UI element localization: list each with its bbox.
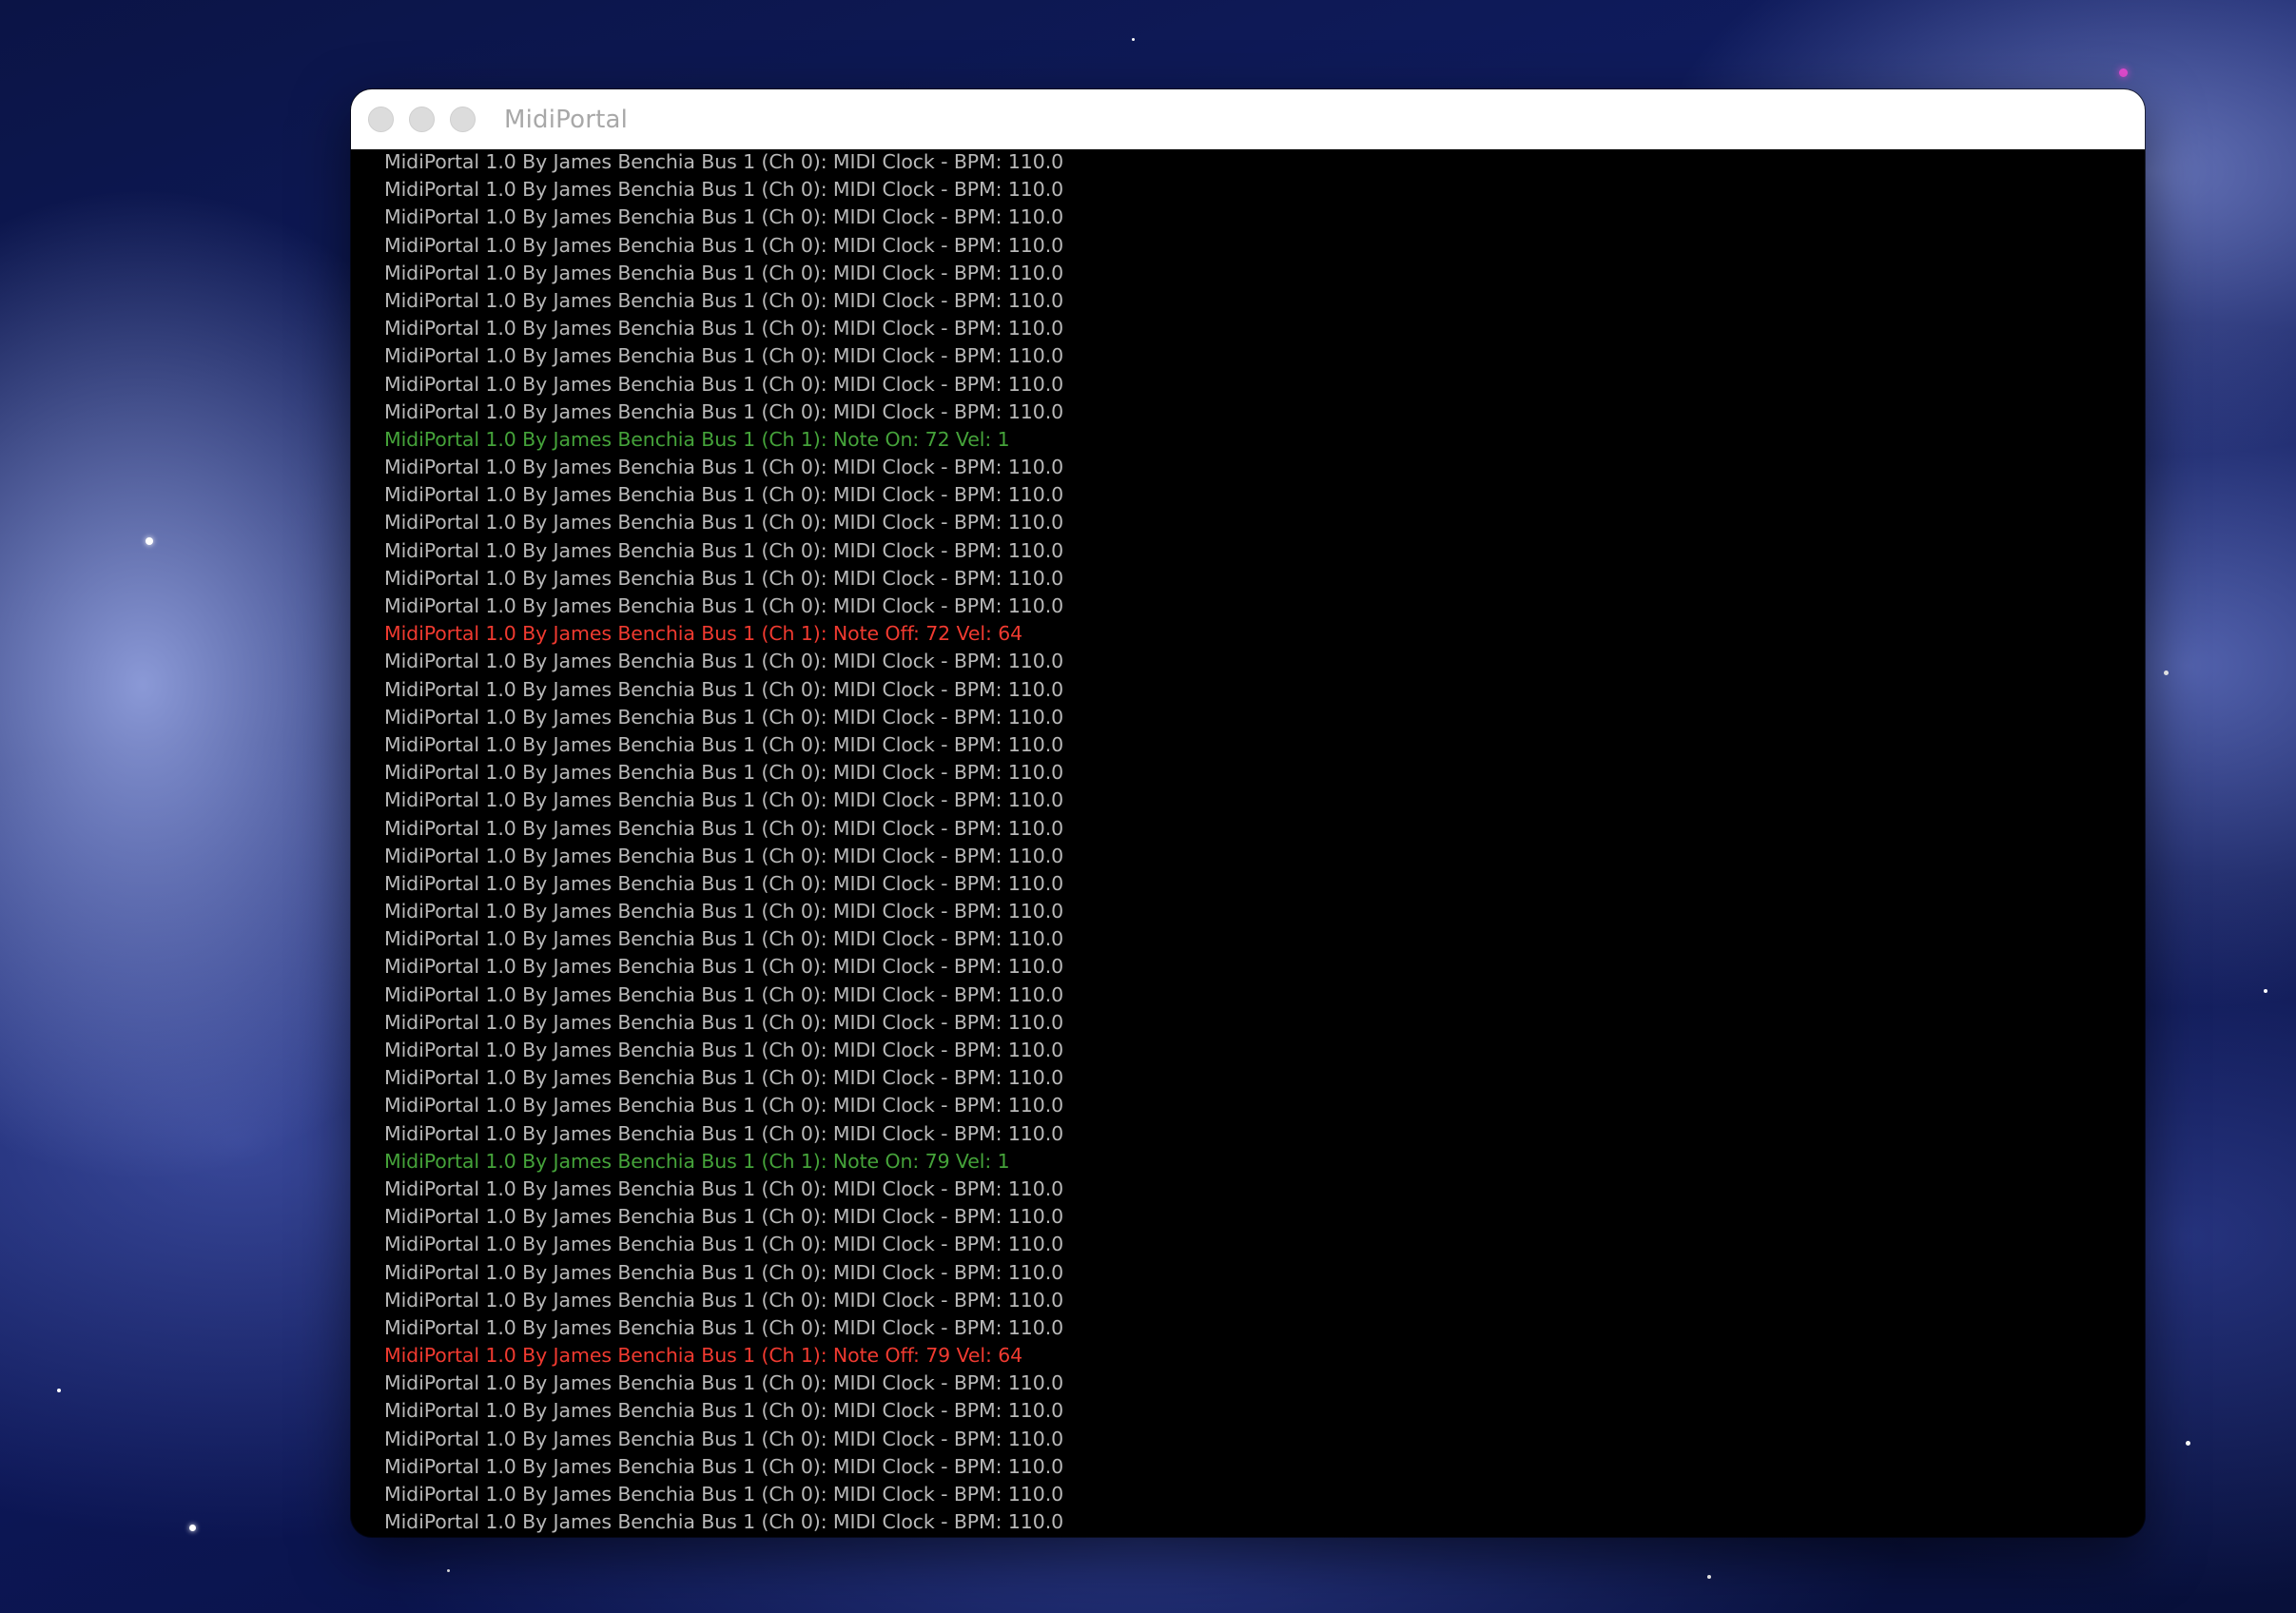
log-line-clock: MidiPortal 1.0 By James Benchia Bus 1 (C…	[384, 844, 1064, 867]
log-line-clock: MidiPortal 1.0 By James Benchia Bus 1 (C…	[384, 483, 1064, 507]
log-line-clock: MidiPortal 1.0 By James Benchia Bus 1 (C…	[384, 705, 1064, 729]
log-line-clock: MidiPortal 1.0 By James Benchia Bus 1 (C…	[384, 1039, 1064, 1061]
log-line-clock: MidiPortal 1.0 By James Benchia Bus 1 (C…	[384, 456, 1064, 479]
log-line-clock: MidiPortal 1.0 By James Benchia Bus 1 (C…	[384, 982, 1064, 1006]
log-line-clock: MidiPortal 1.0 By James Benchia Bus 1 (C…	[384, 1536, 2145, 1537]
log-line-clock: MidiPortal 1.0 By James Benchia Bus 1 (C…	[384, 1371, 1064, 1395]
star-decoration	[2164, 670, 2169, 675]
star-decoration	[1132, 38, 1135, 41]
log-line-clock: MidiPortal 1.0 By James Benchia Bus 1 (C…	[384, 566, 1064, 590]
minimize-button[interactable]	[409, 107, 435, 132]
star-decoration	[447, 1569, 450, 1572]
log-line-clock: MidiPortal 1.0 By James Benchia Bus 1 (C…	[384, 650, 1064, 673]
log-line-clock: MidiPortal 1.0 By James Benchia Bus 1 (C…	[384, 761, 1064, 785]
log-line-clock: MidiPortal 1.0 By James Benchia Bus 1 (C…	[384, 816, 1064, 840]
log-line-clock: MidiPortal 1.0 By James Benchia Bus 1 (C…	[384, 1094, 1064, 1117]
log-line-clock: MidiPortal 1.0 By James Benchia Bus 1 (C…	[384, 233, 1064, 257]
log-line-clock: MidiPortal 1.0 By James Benchia Bus 1 (C…	[384, 399, 1064, 423]
log-line-clock: MidiPortal 1.0 By James Benchia Bus 1 (C…	[384, 900, 1064, 923]
log-line-clock: MidiPortal 1.0 By James Benchia Bus 1 (C…	[384, 1399, 1064, 1423]
log-line-clock: MidiPortal 1.0 By James Benchia Bus 1 (C…	[384, 871, 1064, 895]
log-line-clock: MidiPortal 1.0 By James Benchia Bus 1 (C…	[384, 372, 1064, 396]
log-line-clock: MidiPortal 1.0 By James Benchia Bus 1 (C…	[384, 677, 1064, 701]
log-line-clock: MidiPortal 1.0 By James Benchia Bus 1 (C…	[384, 538, 1064, 562]
log-line-clock: MidiPortal 1.0 By James Benchia Bus 1 (C…	[384, 205, 1064, 229]
star-decoration	[189, 1525, 196, 1531]
log-line-clock: MidiPortal 1.0 By James Benchia Bus 1 (C…	[384, 927, 1064, 951]
close-button[interactable]	[368, 107, 394, 132]
midiportal-window: MidiPortal MidiPortal 1.0 By James Bench…	[351, 89, 2145, 1537]
log-line-clock: MidiPortal 1.0 By James Benchia Bus 1 (C…	[384, 1233, 1064, 1256]
log-line-clock: MidiPortal 1.0 By James Benchia Bus 1 (C…	[384, 261, 1064, 284]
title-bar[interactable]: MidiPortal	[351, 89, 2145, 149]
log-line-clock: MidiPortal 1.0 By James Benchia Bus 1 (C…	[384, 1454, 1064, 1478]
log-line-clock: MidiPortal 1.0 By James Benchia Bus 1 (C…	[384, 150, 1064, 173]
log-line-clock: MidiPortal 1.0 By James Benchia Bus 1 (C…	[384, 1205, 1064, 1229]
log-line-clock: MidiPortal 1.0 By James Benchia Bus 1 (C…	[384, 1427, 1064, 1450]
window-controls	[368, 107, 476, 132]
star-decoration	[1707, 1575, 1711, 1579]
log-line-clock: MidiPortal 1.0 By James Benchia Bus 1 (C…	[384, 1483, 1064, 1506]
log-line-clock: MidiPortal 1.0 By James Benchia Bus 1 (C…	[384, 1010, 1064, 1034]
star-decoration	[57, 1389, 61, 1392]
star-decoration	[2264, 989, 2267, 993]
log-line-clock: MidiPortal 1.0 By James Benchia Bus 1 (C…	[384, 1066, 1064, 1090]
log-line-clock: MidiPortal 1.0 By James Benchia Bus 1 (C…	[384, 511, 1064, 534]
window-title: MidiPortal	[504, 105, 629, 134]
log-line-clock: MidiPortal 1.0 By James Benchia Bus 1 (C…	[384, 1510, 1064, 1534]
log-line-clock: MidiPortal 1.0 By James Benchia Bus 1 (C…	[384, 1288, 1064, 1312]
log-line-clock: MidiPortal 1.0 By James Benchia Bus 1 (C…	[384, 594, 1064, 617]
log-line-clock: MidiPortal 1.0 By James Benchia Bus 1 (C…	[384, 955, 1064, 979]
log-line-clock: MidiPortal 1.0 By James Benchia Bus 1 (C…	[384, 732, 1064, 756]
log-line-clock: MidiPortal 1.0 By James Benchia Bus 1 (C…	[384, 788, 1064, 812]
log-line-clock: MidiPortal 1.0 By James Benchia Bus 1 (C…	[384, 178, 1064, 202]
log-line-clock: MidiPortal 1.0 By James Benchia Bus 1 (C…	[384, 1121, 1064, 1145]
log-line-clock: MidiPortal 1.0 By James Benchia Bus 1 (C…	[384, 1176, 1064, 1200]
star-decoration	[146, 537, 153, 545]
star-decoration	[2119, 68, 2128, 77]
log-line-note-on: MidiPortal 1.0 By James Benchia Bus 1 (C…	[384, 427, 1010, 451]
zoom-button[interactable]	[450, 107, 476, 132]
log-line-clock: MidiPortal 1.0 By James Benchia Bus 1 (C…	[384, 1260, 1064, 1284]
midi-log-console[interactable]: MidiPortal 1.0 By James Benchia Bus 1 (C…	[384, 148, 2145, 1537]
log-line-note-on: MidiPortal 1.0 By James Benchia Bus 1 (C…	[384, 1149, 1010, 1173]
log-line-clock: MidiPortal 1.0 By James Benchia Bus 1 (C…	[384, 344, 1064, 368]
log-line-note-off: MidiPortal 1.0 By James Benchia Bus 1 (C…	[384, 622, 1023, 646]
log-line-clock: MidiPortal 1.0 By James Benchia Bus 1 (C…	[384, 1315, 1064, 1339]
star-decoration	[2186, 1441, 2190, 1446]
log-line-note-off: MidiPortal 1.0 By James Benchia Bus 1 (C…	[384, 1344, 1023, 1368]
log-line-clock: MidiPortal 1.0 By James Benchia Bus 1 (C…	[384, 317, 1064, 340]
log-line-clock: MidiPortal 1.0 By James Benchia Bus 1 (C…	[384, 288, 1064, 312]
